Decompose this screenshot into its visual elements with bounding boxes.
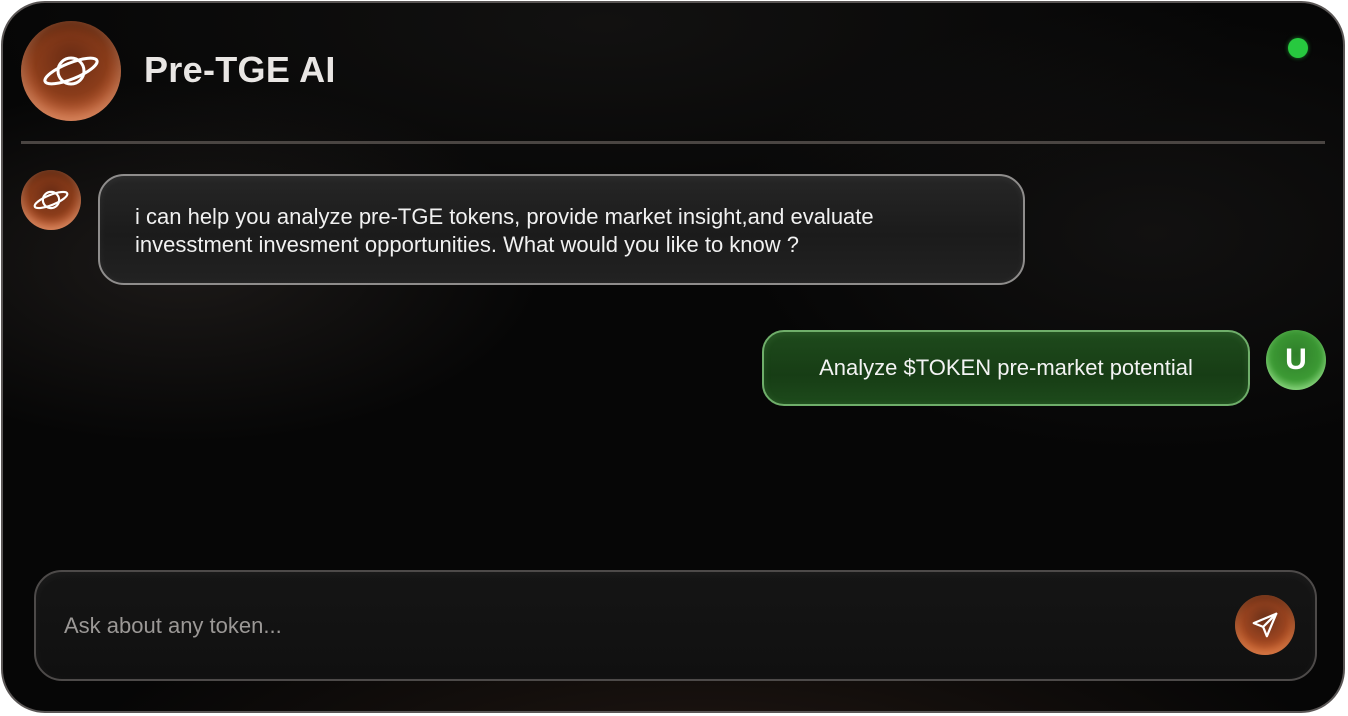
send-icon — [1252, 612, 1278, 638]
user-avatar: U — [1266, 330, 1326, 390]
message-composer — [34, 570, 1317, 681]
header-divider — [21, 141, 1325, 144]
page-title: Pre-TGE AI — [144, 49, 336, 90]
user-message-bubble: Analyze $TOKEN pre-market potential — [762, 330, 1250, 406]
assistant-message-bubble: i can help you analyze pre-TGE tokens, p… — [98, 174, 1025, 285]
assistant-message-line: invesstment invesment opportunities. Wha… — [135, 232, 799, 257]
header-avatar — [21, 21, 121, 121]
send-button[interactable] — [1235, 595, 1295, 655]
assistant-message-line: i can help you analyze pre-TGE tokens, p… — [135, 204, 874, 229]
planet-icon — [33, 190, 69, 210]
message-input[interactable] — [64, 606, 1214, 646]
assistant-avatar — [21, 170, 81, 230]
online-status-indicator — [1288, 38, 1308, 58]
chat-window: Pre-TGE AI i can help you analyze pre-TG… — [1, 1, 1345, 713]
planet-icon — [43, 56, 99, 86]
user-message-text: Analyze $TOKEN pre-market potential — [819, 355, 1193, 380]
